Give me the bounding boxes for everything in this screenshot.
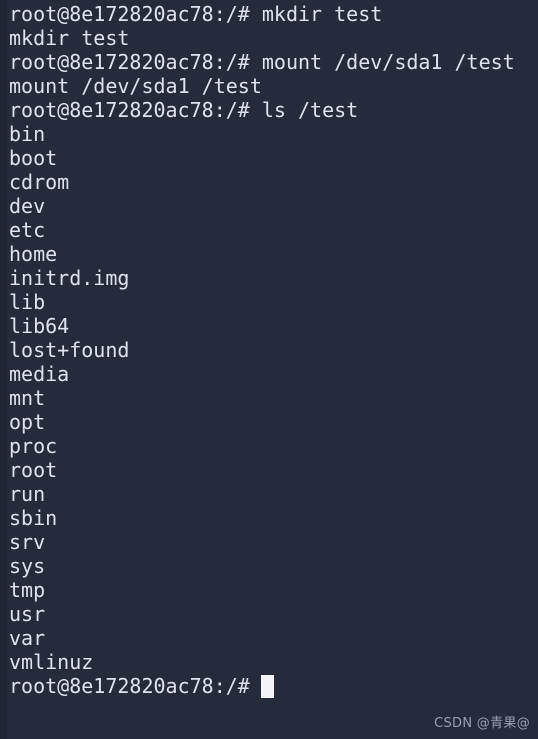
terminal-line: srv [9, 530, 46, 554]
terminal-line: lib [9, 290, 46, 314]
terminal-line: proc [9, 434, 58, 458]
terminal-line: root@8e172820ac78:/# mount /dev/sda1 /te… [9, 50, 515, 74]
terminal-prompt-line[interactable]: root@8e172820ac78:/# [9, 674, 538, 698]
terminal-line: lib64 [9, 314, 70, 338]
terminal-line: vmlinuz [9, 650, 94, 674]
terminal-line: initrd.img [9, 266, 130, 290]
terminal-line: sbin [9, 506, 58, 530]
terminal-line: mnt [9, 386, 46, 410]
terminal-line: mkdir test [9, 26, 130, 50]
text-cursor [260, 674, 274, 698]
terminal-line: cdrom [9, 170, 70, 194]
terminal-line: mount /dev/sda1 /test [9, 74, 262, 98]
terminal-line: run [9, 482, 46, 506]
terminal-window[interactable]: root@8e172820ac78:/# mkdir test mkdir te… [0, 0, 538, 739]
terminal-line: var [9, 626, 46, 650]
terminal-line: etc [9, 218, 46, 242]
terminal-line: root@8e172820ac78:/# ls /test [9, 98, 359, 122]
terminal-line: tmp [9, 578, 46, 602]
terminal-line: home [9, 242, 58, 266]
terminal-line: root@8e172820ac78:/# mkdir test [9, 2, 383, 26]
terminal-line: bin [9, 122, 46, 146]
terminal-line: sys [9, 554, 46, 578]
terminal-line: opt [9, 410, 46, 434]
terminal-output-area[interactable]: root@8e172820ac78:/# mkdir test mkdir te… [0, 0, 538, 698]
terminal-line: media [9, 362, 70, 386]
terminal-line: dev [9, 194, 46, 218]
terminal-line: boot [9, 146, 58, 170]
terminal-line: lost+found [9, 338, 130, 362]
terminal-line: root [9, 458, 58, 482]
shell-prompt: root@8e172820ac78:/# [9, 674, 250, 698]
watermark-label: CSDN @青果@ [434, 716, 530, 731]
terminal-line: usr [9, 602, 46, 626]
